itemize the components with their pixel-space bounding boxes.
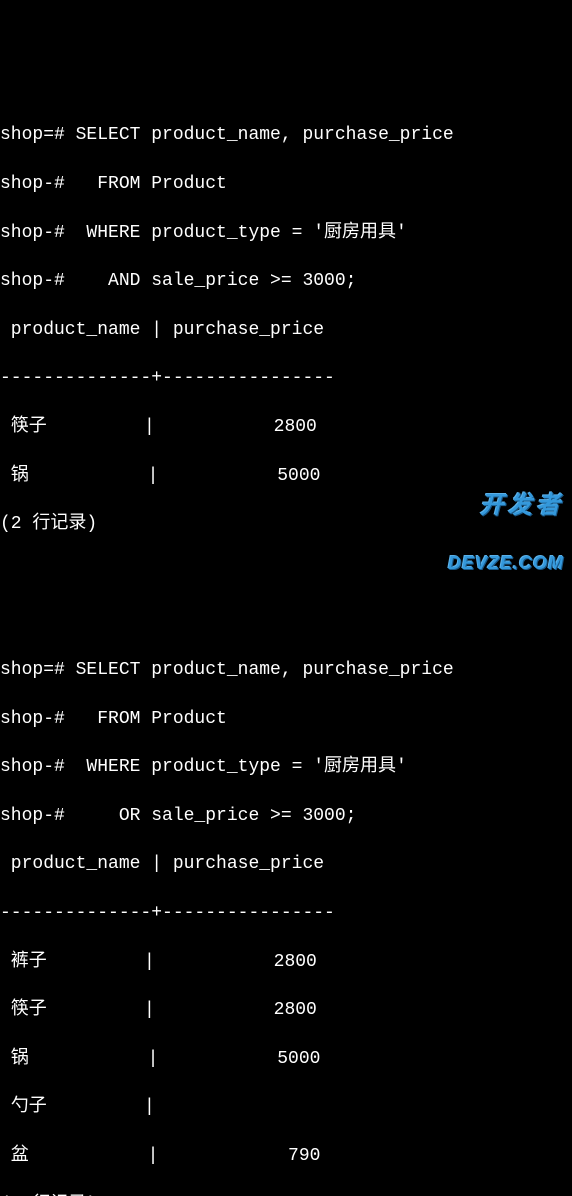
prompt-cont: shop-# <box>0 757 65 777</box>
prompt-main: shop=# <box>0 660 65 680</box>
query2-line4: shop-# OR sale_price >= 3000; <box>0 804 572 828</box>
result1-header: product_name | purchase_price <box>0 318 572 342</box>
result2-row: 筷子 | 2800 <box>0 998 572 1022</box>
terminal-output: shop=# SELECT product_name, purchase_pri… <box>0 99 572 1196</box>
prompt-cont: shop-# <box>0 271 65 291</box>
query1-line2: shop-# FROM Product <box>0 172 572 196</box>
query1-line4: shop-# AND sale_price >= 3000; <box>0 269 572 293</box>
sql-text: SELECT product_name, purchase_price <box>65 660 454 680</box>
result2-row: 锅 | 5000 <box>0 1047 572 1071</box>
watermark-top: 开发者 <box>448 494 564 518</box>
prompt-main: shop=# <box>0 125 65 145</box>
query1-line1: shop=# SELECT product_name, purchase_pri… <box>0 123 572 147</box>
result2-row: 勺子 | <box>0 1095 572 1119</box>
result1-separator: --------------+---------------- <box>0 366 572 390</box>
prompt-cont: shop-# <box>0 174 65 194</box>
query2-line1: shop=# SELECT product_name, purchase_pri… <box>0 658 572 682</box>
result1-row: 筷子 | 2800 <box>0 415 572 439</box>
query2-line3: shop-# WHERE product_type = '厨房用具' <box>0 755 572 779</box>
sql-text: SELECT product_name, purchase_price <box>65 125 454 145</box>
query2-line2: shop-# FROM Product <box>0 707 572 731</box>
sql-text: WHERE product_type = '厨房用具' <box>65 757 407 777</box>
result2-row: 裤子 | 2800 <box>0 950 572 974</box>
result2-row: 盆 | 790 <box>0 1144 572 1168</box>
sql-text: FROM Product <box>65 709 227 729</box>
sql-text: AND sale_price >= 3000; <box>65 271 357 291</box>
prompt-cont: shop-# <box>0 223 65 243</box>
blank-line <box>0 609 572 633</box>
result2-separator: --------------+---------------- <box>0 901 572 925</box>
sql-text: FROM Product <box>65 174 227 194</box>
watermark: 开发者 DEVZE.COM <box>448 458 564 590</box>
result2-footer: (5 行记录) <box>0 1193 572 1196</box>
prompt-cont: shop-# <box>0 709 65 729</box>
result2-header: product_name | purchase_price <box>0 852 572 876</box>
watermark-bottom: DEVZE.COM <box>448 554 564 572</box>
prompt-cont: shop-# <box>0 806 65 826</box>
query1-line3: shop-# WHERE product_type = '厨房用具' <box>0 221 572 245</box>
sql-text: WHERE product_type = '厨房用具' <box>65 223 407 243</box>
sql-text: OR sale_price >= 3000; <box>65 806 357 826</box>
